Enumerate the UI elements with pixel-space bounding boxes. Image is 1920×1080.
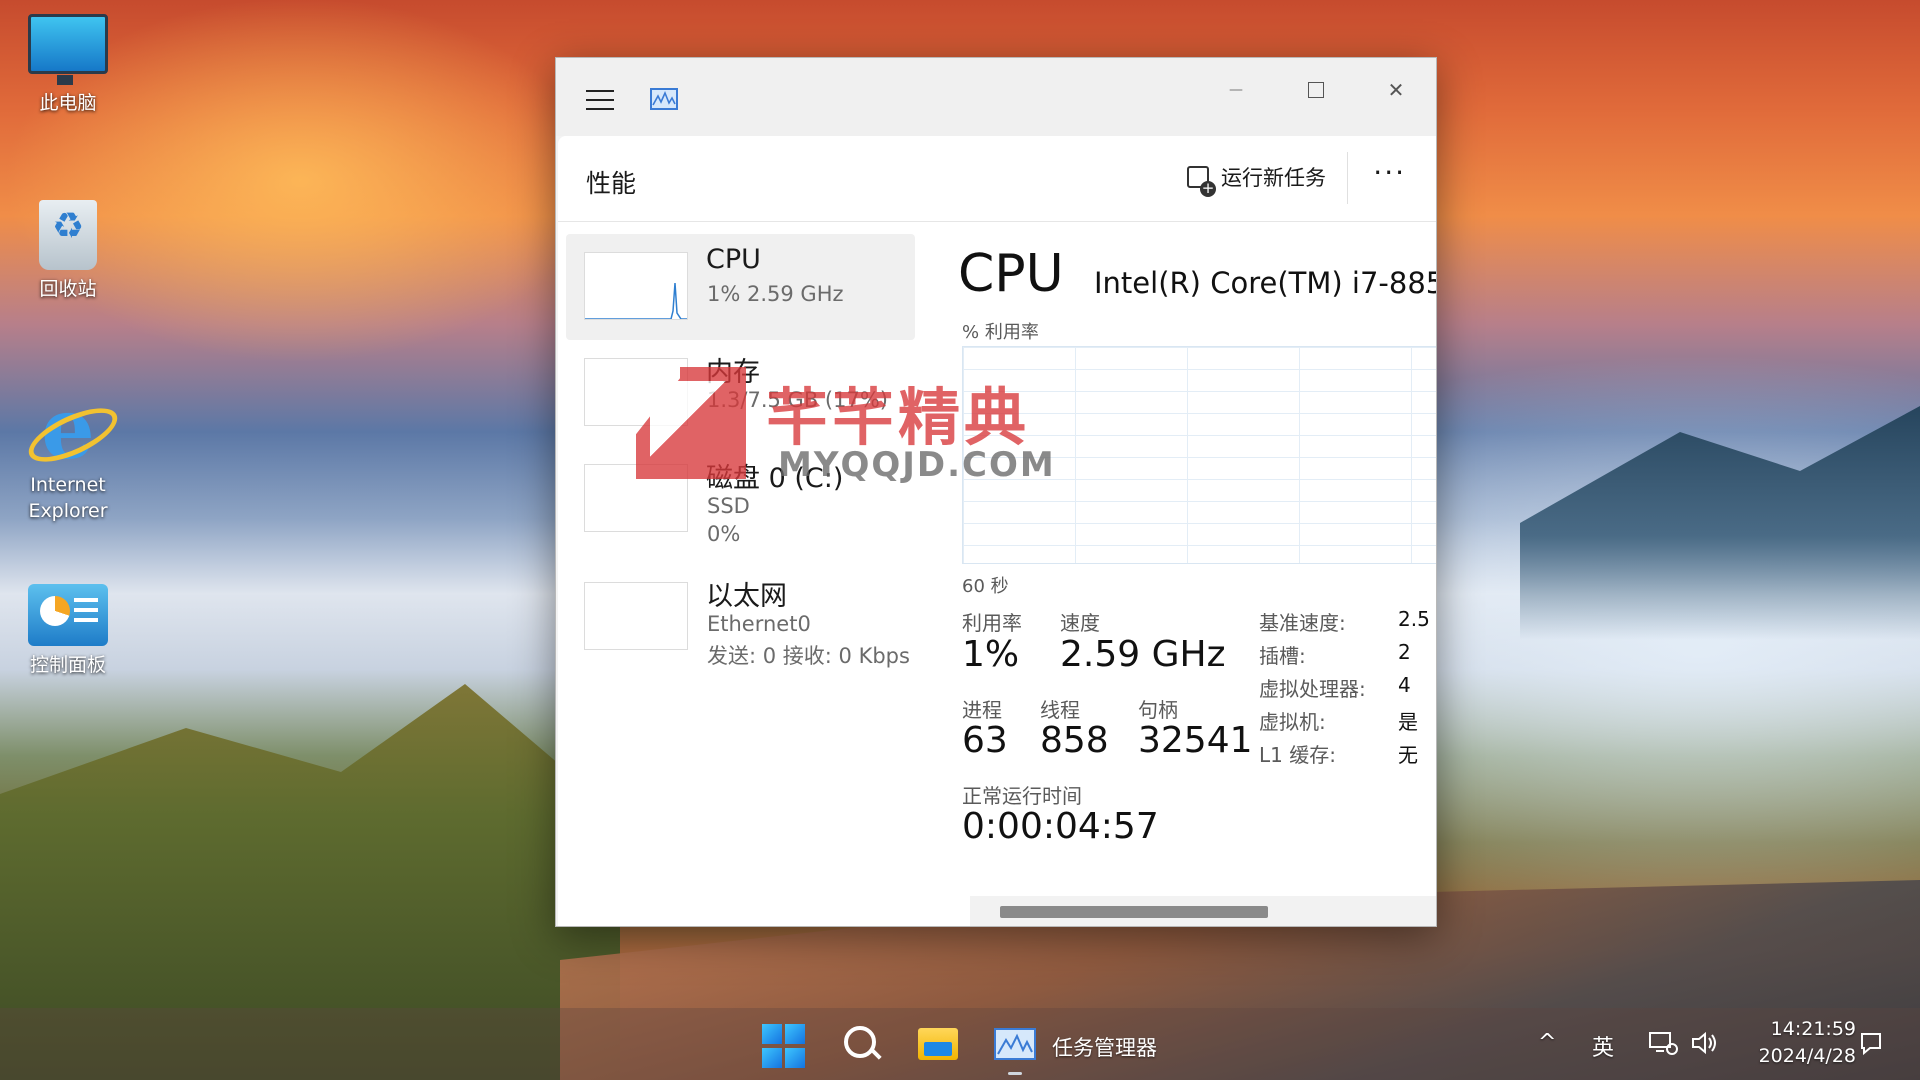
scrollbar-thumb[interactable] [1000,906,1268,918]
spec-key: 基准速度: [1259,611,1346,635]
sidebar-item-detail: Ethernet0 [707,612,811,636]
sidebar-item-label: 以太网 [706,581,787,612]
speed-label: 速度 [1060,611,1100,635]
spec-key: L1 缓存: [1259,743,1336,767]
cpu-detail-panel: CPU Intel(R) Core(TM) i7-8850 % 利用率 60 秒… [958,222,1436,926]
uptime-label: 正常运行时间 [962,784,1082,808]
desktop-icon-recycle-bin[interactable]: 回收站 [18,200,118,302]
task-manager-icon [994,1028,1036,1060]
uptime-value: 0:00:04:57 [962,806,1159,847]
task-manager-icon [650,88,678,110]
taskbar-task-manager[interactable] [994,1022,1038,1066]
desktop-icon-label: 控制面板 [29,654,106,676]
handles-label: 句柄 [1138,698,1178,722]
sidebar-item-detail: 0% [707,522,741,546]
threads-label: 线程 [1040,698,1080,722]
maximize-icon [1308,82,1324,98]
sidebar-item-ethernet[interactable]: 以太网 Ethernet0 发送: 0 接收: 0 Kbps [566,564,915,670]
task-manager-window: — ✕ 性能 运行新任务 ··· CPU 1% 2.59 GHz 内 [555,57,1437,927]
volume-icon[interactable] [1690,1030,1720,1062]
spec-value: 2.5 [1398,607,1430,631]
spec-value: 4 [1398,673,1411,697]
maximize-button[interactable] [1286,68,1346,112]
sidebar-item-label: 磁盘 0 (C:) [706,463,844,494]
notification-icon[interactable] [1858,1030,1884,1062]
cpu-model-name: Intel(R) Core(TM) i7-8850 [1094,266,1436,300]
file-explorer-button[interactable] [916,1022,960,1066]
spec-value: 是 [1398,710,1418,734]
internet-explorer-icon: e [21,387,125,473]
horizontal-scrollbar[interactable] [970,896,1436,926]
taskbar-app-label[interactable]: 任务管理器 [1052,1032,1157,1062]
cpu-heading: CPU [958,244,1064,304]
desktop-icon-label: Explorer [28,500,108,522]
sidebar-item-detail: 1% 2.59 GHz [707,282,844,306]
page-header: 性能 运行新任务 ··· [558,136,1436,222]
close-button[interactable]: ✕ [1366,68,1426,112]
sidebar-item-detail: 1.3/7.5 GB (17%) [707,388,888,412]
page-title: 性能 [586,169,637,198]
network-icon[interactable] [1648,1030,1678,1062]
start-button[interactable] [762,1024,806,1068]
sidebar-item-detail: 发送: 0 接收: 0 Kbps [707,644,910,668]
sidebar-item-disk[interactable]: 磁盘 0 (C:) SSD 0% [566,446,915,552]
threads-value: 858 [1040,720,1109,761]
processes-label: 进程 [962,698,1002,722]
utilization-label: 利用率 [962,611,1022,635]
search-button[interactable] [840,1022,884,1066]
computer-icon [28,14,108,85]
sidebar-item-label: CPU [706,244,761,275]
minimize-icon: — [1229,82,1243,98]
spec-value: 2 [1398,640,1411,664]
run-new-task-label: 运行新任务 [1221,166,1326,190]
graph-time-label: 60 秒 [962,576,1009,597]
clock-time: 14:21:59 [1770,1018,1856,1040]
desktop-icon-label: 回收站 [39,278,97,300]
active-app-indicator [1008,1072,1022,1075]
desktop-icon-this-pc[interactable]: 此电脑 [18,14,118,116]
performance-sidebar: CPU 1% 2.59 GHz 内存 1.3/7.5 GB (17%) 磁盘 0… [558,222,923,926]
content-area: 性能 运行新任务 ··· CPU 1% 2.59 GHz 内存 1.3/7.5 … [558,136,1436,926]
speed-value: 2.59 GHz [1060,634,1226,675]
search-icon [844,1026,876,1058]
show-hidden-icons-button[interactable]: ^ [1538,1030,1556,1055]
ethernet-thumbnail-graph [584,582,688,650]
run-new-task-button[interactable]: 运行新任务 [1187,162,1326,197]
memory-thumbnail-graph [584,358,688,426]
sidebar-item-detail: SSD [707,494,750,518]
handles-value: 32541 [1138,720,1253,761]
utilization-graph-label: % 利用率 [962,322,1039,343]
sidebar-item-memory[interactable]: 内存 1.3/7.5 GB (17%) [566,340,915,446]
sidebar-item-cpu[interactable]: CPU 1% 2.59 GHz [566,234,915,340]
processes-value: 63 [962,720,1008,761]
run-new-task-icon [1187,166,1216,197]
desktop-icon-label: 此电脑 [39,92,97,114]
header-divider [1347,152,1348,204]
title-bar[interactable]: — ✕ [556,58,1436,136]
cpu-utilization-graph [962,346,1436,564]
hamburger-menu-icon[interactable] [586,90,614,110]
spec-key: 虚拟处理器: [1259,677,1366,701]
utilization-value: 1% [962,634,1020,675]
input-method-indicator[interactable]: 英 [1592,1030,1614,1062]
background-mountains-right [1520,406,1920,640]
cpu-thumbnail-graph [584,252,688,320]
desktop-icon-control-panel[interactable]: 控制面板 [18,584,118,678]
clock-date: 2024/4/28 [1758,1045,1856,1067]
system-clock[interactable]: 14:21:59 2024/4/28 [1759,1016,1856,1070]
desktop-icon-internet-explorer[interactable]: e Internet Explorer [18,387,125,524]
folder-icon [918,1028,958,1060]
spec-key: 插槽: [1259,644,1306,668]
close-icon: ✕ [1387,78,1405,102]
taskbar: 任务管理器 ^ 英 14:21:59 2024/4/28 [0,1008,1920,1080]
control-panel-icon [28,584,108,646]
recycle-bin-icon [39,200,97,270]
more-options-button[interactable]: ··· [1373,156,1406,189]
spec-value: 无 [1398,743,1418,767]
minimize-button[interactable]: — [1206,68,1266,112]
disk-thumbnail-graph [584,464,688,532]
spec-key: 虚拟机: [1259,710,1326,734]
sidebar-item-label: 内存 [706,357,760,388]
